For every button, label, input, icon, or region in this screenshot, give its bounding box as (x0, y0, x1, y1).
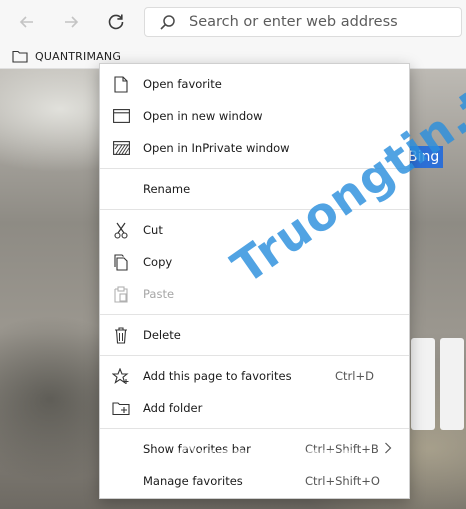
folder-add-icon (112, 399, 130, 417)
page-icon (112, 75, 130, 93)
forward-button[interactable] (57, 8, 85, 36)
menu-item-label: Add folder (143, 401, 203, 415)
menu-item-shortcut: Ctrl+Shift+O (305, 474, 380, 488)
quick-link-tile[interactable] (411, 338, 435, 430)
address-bar[interactable]: Search or enter web address (144, 7, 462, 37)
menu-separator (100, 355, 409, 356)
menu-item-shortcut: Ctrl+Shift+B (305, 442, 379, 456)
menu-item-shortcut: Ctrl+D (335, 369, 374, 383)
menu-item-open-new-window[interactable]: Open in new window (100, 100, 409, 132)
menu-item-copy[interactable]: Copy (100, 246, 409, 278)
chevron-right-icon (384, 442, 392, 457)
trash-icon (112, 326, 130, 344)
menu-item-label: Open in InPrivate window (143, 141, 290, 155)
menu-item-add-folder[interactable]: Add folder (100, 392, 409, 424)
star-add-icon (112, 367, 130, 385)
address-placeholder: Search or enter web address (189, 14, 398, 30)
menu-item-label: Copy (143, 255, 173, 269)
quick-link-tile[interactable] (440, 338, 464, 430)
menu-item-open-favorite[interactable]: Open favorite (100, 68, 409, 100)
folder-icon (12, 50, 28, 63)
menu-item-label: Cut (143, 223, 163, 237)
menu-item-show-favorites-bar[interactable]: Show favorites bar Ctrl+Shift+B (100, 433, 409, 465)
menu-separator (100, 168, 409, 169)
favorites-folder[interactable]: QUANTRIMANG (12, 50, 121, 63)
favorites-folder-label: QUANTRIMANG (35, 50, 122, 63)
menu-item-label: Add this page to favorites (143, 369, 292, 383)
inprivate-window-icon (112, 139, 130, 157)
menu-item-cut[interactable]: Cut (100, 214, 409, 246)
scissors-icon (112, 221, 130, 239)
search-icon (159, 14, 176, 34)
menu-item-delete[interactable]: Delete (100, 319, 409, 351)
menu-item-add-page-to-favorites[interactable]: Add this page to favorites Ctrl+D (100, 360, 409, 392)
refresh-button[interactable] (102, 8, 130, 36)
back-button[interactable] (13, 8, 41, 36)
menu-item-label: Delete (143, 328, 181, 342)
context-menu: Open favorite Open in new window Open in… (99, 63, 410, 499)
menu-separator (100, 314, 409, 315)
menu-separator (100, 209, 409, 210)
paste-icon (112, 285, 130, 303)
arrow-right-icon (65, 16, 79, 28)
menu-item-open-inprivate[interactable]: Open in InPrivate window (100, 132, 409, 164)
refresh-icon (108, 14, 124, 30)
menu-item-label: Paste (143, 287, 175, 301)
menu-item-rename[interactable]: Rename (100, 173, 409, 205)
menu-item-label: Open favorite (143, 77, 222, 91)
menu-item-label: Show favorites bar (143, 442, 251, 456)
menu-separator (100, 428, 409, 429)
window-icon (112, 107, 130, 125)
menu-item-paste[interactable]: Paste (100, 278, 409, 310)
menu-item-label: Open in new window (143, 109, 263, 123)
menu-item-label: Rename (143, 182, 191, 196)
browser-toolbar: Search or enter web address (0, 0, 466, 44)
arrow-left-icon (19, 16, 33, 28)
copy-icon (112, 253, 130, 271)
menu-item-manage-favorites[interactable]: Manage favorites Ctrl+Shift+O (100, 465, 409, 497)
menu-item-label: Manage favorites (143, 474, 243, 488)
